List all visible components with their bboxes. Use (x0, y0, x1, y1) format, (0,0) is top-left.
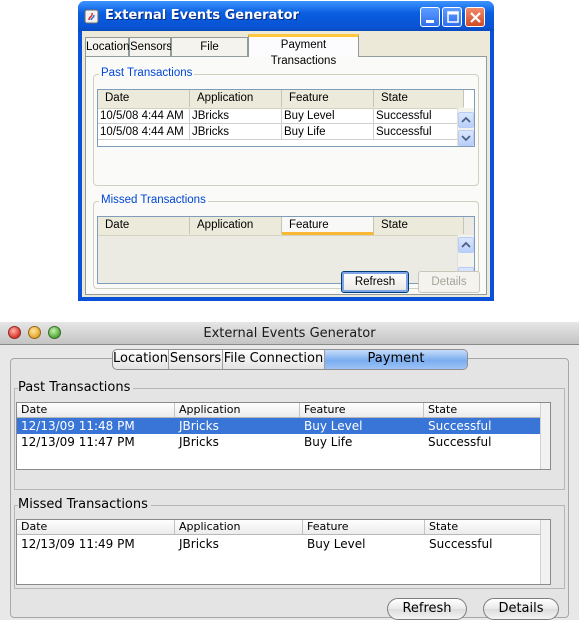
group-title: Past Transactions (99, 67, 195, 79)
column-header-state[interactable]: State (424, 403, 543, 417)
column-header-application[interactable]: Application (190, 90, 282, 107)
cell-application: JBricks (179, 435, 219, 449)
past-transactions-table: Date Application Feature State 12/13/09 … (16, 402, 551, 470)
column-header-application[interactable]: Application (175, 520, 303, 534)
column-header-date[interactable]: Date (17, 403, 175, 417)
mac-title-bar[interactable]: External Events Generator (0, 322, 579, 345)
window-title: External Events Generator (203, 326, 376, 341)
cell-application: JBricks (179, 419, 219, 433)
minimize-icon (426, 20, 434, 23)
table-header: Date Application Feature State (98, 217, 464, 236)
cell-state: Successful (374, 108, 464, 124)
scroll-up-icon[interactable] (458, 112, 474, 128)
cell-date: 12/13/09 11:47 PM (21, 435, 135, 449)
cell-feature: Buy Level (304, 419, 363, 433)
details-button[interactable]: Details (483, 598, 559, 620)
tab-file-connection[interactable]: File Connection (223, 350, 325, 369)
cell-date: 12/13/09 11:48 PM (21, 419, 135, 433)
table-row[interactable]: 12/13/09 11:49 PM JBricks Buy Level Succ… (17, 536, 543, 552)
past-transactions-table: Date Application Feature State 10/5/08 4… (97, 89, 475, 147)
refresh-button[interactable]: Refresh (387, 598, 467, 620)
close-button[interactable] (465, 7, 485, 27)
window-body: Location Sensors File Connection Payment… (82, 31, 490, 297)
cell-feature: Buy Level (307, 537, 366, 551)
cell-date: 10/5/08 4:44 AM (98, 108, 190, 124)
column-header-feature[interactable]: Feature (300, 403, 424, 417)
tab-file-connection[interactable]: File Connection (171, 37, 248, 71)
table-row[interactable]: 10/5/08 4:44 AM JBricks Buy Level Succes… (98, 108, 464, 124)
scroll-up-icon[interactable] (458, 237, 474, 253)
group-title: Past Transactions (18, 380, 134, 395)
cell-state: Successful (429, 537, 493, 551)
mac-window: External Events Generator Location Senso… (0, 322, 579, 620)
cell-date: 10/5/08 4:44 AM (98, 124, 190, 140)
vertical-scrollbar[interactable] (540, 403, 550, 469)
column-header-state[interactable]: State (374, 217, 464, 234)
xp-title-bar[interactable]: External Events Generator (78, 1, 494, 31)
cell-application: JBricks (190, 124, 282, 140)
vertical-scrollbar[interactable] (540, 520, 550, 584)
xp-window: External Events Generator Location Senso… (78, 1, 494, 301)
app-icon[interactable] (84, 9, 99, 24)
tab-payment-transactions[interactable]: Payment Transactions (325, 350, 467, 369)
minimize-button[interactable] (420, 7, 440, 27)
column-header-feature[interactable]: Feature (303, 520, 425, 534)
window-title: External Events Generator (105, 8, 299, 23)
tab-payment-transactions[interactable]: Payment Transactions (248, 34, 359, 67)
cell-state: Successful (428, 419, 492, 433)
column-header-date[interactable]: Date (98, 217, 190, 234)
column-header-state[interactable]: State (374, 90, 464, 107)
tab-sensors[interactable]: Sensors (129, 37, 172, 56)
column-header-state[interactable]: State (425, 520, 543, 534)
details-button[interactable]: Details (418, 271, 480, 293)
column-header-date[interactable]: Date (98, 90, 190, 107)
cell-state: Successful (428, 435, 492, 449)
column-header-application[interactable]: Application (190, 217, 282, 234)
cell-feature: Buy Level (282, 108, 374, 124)
tab-location[interactable]: Location (113, 350, 169, 369)
cell-feature: Buy Life (304, 435, 353, 449)
group-title: Missed Transactions (18, 497, 151, 512)
column-header-date[interactable]: Date (17, 520, 175, 534)
scroll-down-icon[interactable] (458, 130, 474, 146)
missed-transactions-table: Date Application Feature State 12/13/09 … (16, 519, 551, 585)
column-header-application[interactable]: Application (175, 403, 300, 417)
tab-bar: Location Sensors File Connection Payment… (112, 349, 468, 370)
column-header-feature[interactable]: Feature (282, 217, 374, 235)
cell-application: JBricks (179, 537, 219, 551)
cell-state: Successful (374, 124, 464, 140)
vertical-scrollbar[interactable] (457, 108, 474, 146)
maximize-icon (447, 11, 459, 23)
table-row[interactable]: 10/5/08 4:44 AM JBricks Buy Life Success… (98, 124, 464, 140)
tab-location[interactable]: Location (85, 37, 129, 56)
cell-date: 12/13/09 11:49 PM (21, 537, 135, 551)
refresh-button[interactable]: Refresh (341, 271, 409, 293)
cell-feature: Buy Life (282, 124, 374, 140)
close-icon (470, 12, 481, 23)
window-body: Location Sensors File Connection Payment… (0, 345, 579, 620)
table-header: Date Application Feature State (98, 90, 464, 109)
tab-panel: Past Transactions Date Application Featu… (10, 358, 569, 620)
tab-sensors[interactable]: Sensors (169, 350, 223, 369)
table-row[interactable]: 12/13/09 11:47 PM JBricks Buy Life Succe… (17, 434, 543, 450)
table-header: Date Application Feature State (17, 403, 550, 418)
group-title: Missed Transactions (99, 194, 208, 206)
maximize-button[interactable] (442, 7, 462, 27)
column-header-feature[interactable]: Feature (282, 90, 374, 107)
cell-application: JBricks (190, 108, 282, 124)
table-row-selected[interactable]: 12/13/09 11:48 PM JBricks Buy Level Succ… (17, 418, 543, 434)
past-transactions-group: Past Transactions Date Application Featu… (93, 67, 479, 186)
table-header: Date Application Feature State (17, 520, 550, 535)
tab-panel: Past Transactions Date Application Featu… (85, 56, 487, 295)
